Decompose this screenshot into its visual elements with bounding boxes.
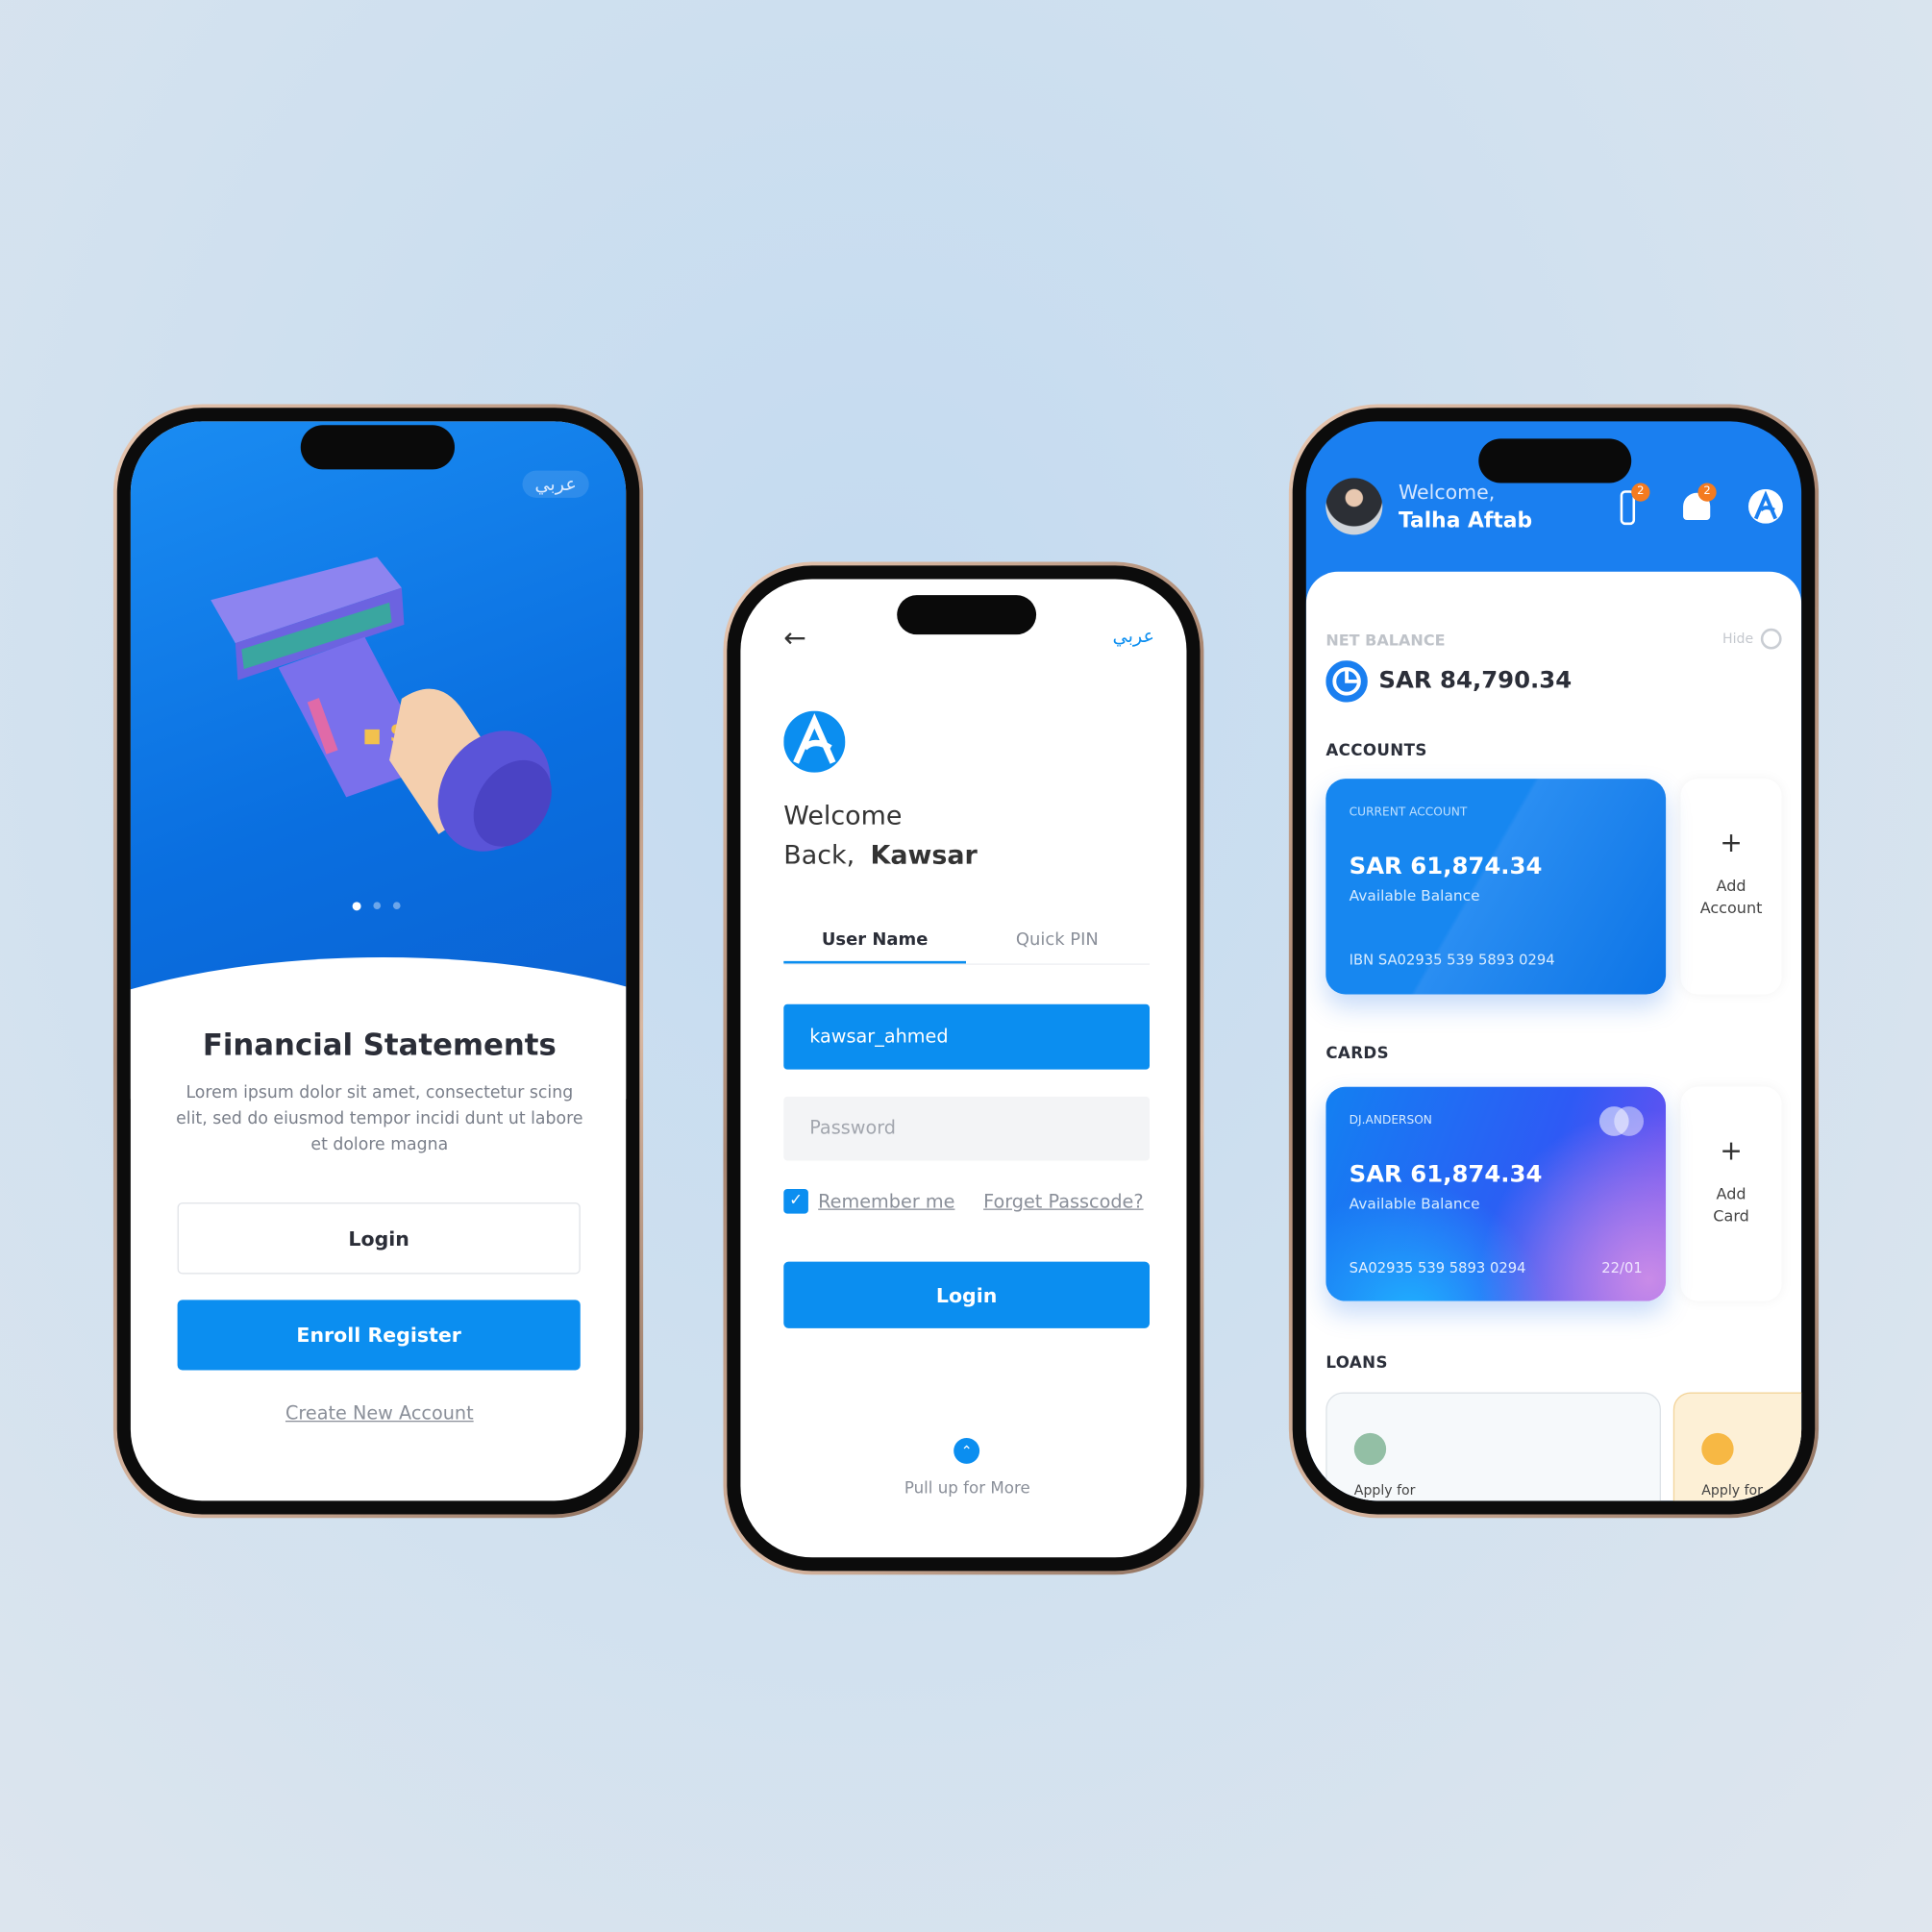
login-screen: ← عربي Welcome Back, Kawsar User Name Qu…: [740, 579, 1187, 1558]
hide-balance-toggle[interactable]: Hide: [1721, 628, 1782, 650]
welcome-text: Welcome: [783, 801, 903, 830]
plus-icon: +: [1720, 828, 1743, 859]
chevron-up-icon[interactable]: ⌃: [954, 1437, 980, 1464]
balance-pie-icon: [1325, 660, 1368, 703]
welcome-label: Welcome,: [1398, 480, 1496, 505]
carousel-dot[interactable]: [373, 902, 382, 910]
loan-apply-label: Apply for: [1701, 1482, 1763, 1499]
loan-apply-label: Apply for: [1353, 1482, 1416, 1499]
enroll-register-button[interactable]: Enroll Register: [177, 1300, 581, 1371]
loan-card-personal[interactable]: Apply for: [1325, 1392, 1661, 1501]
account-type: CURRENT ACCOUNT: [1349, 805, 1468, 820]
forgot-passcode-link[interactable]: Forget Passcode?: [983, 1190, 1144, 1212]
add-account-label: Add: [1716, 876, 1746, 895]
add-card-label: Add: [1716, 1183, 1746, 1203]
net-balance-label: NET BALANCE: [1325, 631, 1446, 650]
back-arrow-icon[interactable]: ←: [783, 624, 806, 655]
pull-up-hint: Pull up for More: [904, 1479, 1030, 1499]
traffic-badge: 2: [1631, 483, 1650, 502]
card-network-icon: [1598, 1106, 1645, 1136]
card-holder: DJ.ANDERSON: [1349, 1113, 1432, 1127]
home-icon: [1701, 1432, 1734, 1466]
loans-title: LOANS: [1325, 1353, 1388, 1374]
user-first-name: Kawsar: [870, 840, 978, 871]
account-balance: SAR 61,874.34: [1349, 853, 1543, 880]
add-account-button[interactable]: + Add Account: [1680, 779, 1781, 994]
app-logo-icon: [783, 710, 846, 773]
add-card-button[interactable]: + Add Card: [1680, 1087, 1781, 1301]
cards-title: CARDS: [1325, 1045, 1390, 1064]
phone-onboarding: عربي $ Financial Statements Lorem ipsum …: [112, 404, 644, 1519]
dashboard-screen: Welcome, Talha Aftab 2 2 NET BALANCE Hid…: [1305, 421, 1802, 1501]
back-text: Back,: [783, 840, 855, 871]
card-balance: SAR 61,874.34: [1349, 1160, 1543, 1188]
hide-label: Hide: [1721, 631, 1754, 647]
content-sheet: NET BALANCE Hide SAR 84,790.34 ACCOUNTS …: [1305, 571, 1802, 1501]
phone-dashboard: Welcome, Talha Aftab 2 2 NET BALANCE Hid…: [1288, 404, 1820, 1519]
onboarding-description: Lorem ipsum dolor sit amet, consectetur …: [176, 1082, 583, 1155]
accounts-title: ACCOUNTS: [1325, 741, 1427, 760]
onboarding-title: Financial Statements: [202, 1028, 557, 1062]
card-expiry: 22/01: [1601, 1259, 1643, 1277]
app-logo-icon[interactable]: [1748, 488, 1783, 524]
net-balance-amount: SAR 84,790.34: [1378, 666, 1573, 694]
language-toggle[interactable]: عربي: [1113, 625, 1154, 647]
add-card-label: Card: [1713, 1205, 1749, 1226]
carousel-dot-active[interactable]: [352, 902, 361, 911]
avatar[interactable]: [1325, 478, 1383, 535]
person-icon: [1353, 1432, 1387, 1466]
language-toggle[interactable]: عربي: [522, 470, 589, 498]
welcome-back-line: Back, Kawsar: [783, 840, 978, 870]
account-card[interactable]: CURRENT ACCOUNT SAR 61,874.34 Available …: [1325, 779, 1667, 995]
card-number: SA02935 539 5893 0294: [1349, 1259, 1526, 1277]
login-button[interactable]: Login: [177, 1202, 581, 1275]
dynamic-island: [1478, 438, 1632, 483]
tab-quick-pin[interactable]: Quick PIN: [966, 930, 1149, 964]
user-name: Talha Aftab: [1398, 508, 1533, 534]
wave-curve: [130, 957, 627, 1100]
username-input[interactable]: kawsar_ahmed: [783, 1003, 1151, 1070]
bell-badge: 2: [1697, 483, 1717, 502]
plus-icon: +: [1720, 1135, 1743, 1167]
phone-login: ← عربي Welcome Back, Kawsar User Name Qu…: [723, 561, 1204, 1575]
card-balance-label: Available Balance: [1349, 1195, 1480, 1213]
dynamic-island: [897, 595, 1037, 635]
tab-user-name[interactable]: User Name: [783, 930, 967, 964]
password-input[interactable]: Password: [783, 1096, 1151, 1161]
create-account-link[interactable]: Create New Account: [285, 1402, 474, 1424]
login-button[interactable]: Login: [783, 1261, 1151, 1328]
remember-me-checkbox[interactable]: ✓: [783, 1189, 808, 1214]
carousel-dots: [352, 902, 401, 911]
remember-me-label[interactable]: Remember me: [818, 1190, 954, 1212]
account-balance-label: Available Balance: [1349, 886, 1480, 904]
eye-icon: [1760, 628, 1782, 650]
loan-card-home[interactable]: Apply for: [1672, 1392, 1802, 1501]
login-tabs: User Name Quick PIN: [783, 930, 1151, 965]
onboarding-screen: عربي $ Financial Statements Lorem ipsum …: [130, 421, 627, 1501]
add-account-label: Account: [1699, 898, 1763, 917]
dynamic-island: [300, 425, 456, 470]
card-payment-illustration: $: [211, 557, 552, 852]
carousel-dot[interactable]: [392, 902, 401, 910]
debit-card[interactable]: DJ.ANDERSON SAR 61,874.34 Available Bala…: [1325, 1086, 1667, 1301]
account-iban: IBN SA02935 539 5893 0294: [1349, 951, 1555, 969]
